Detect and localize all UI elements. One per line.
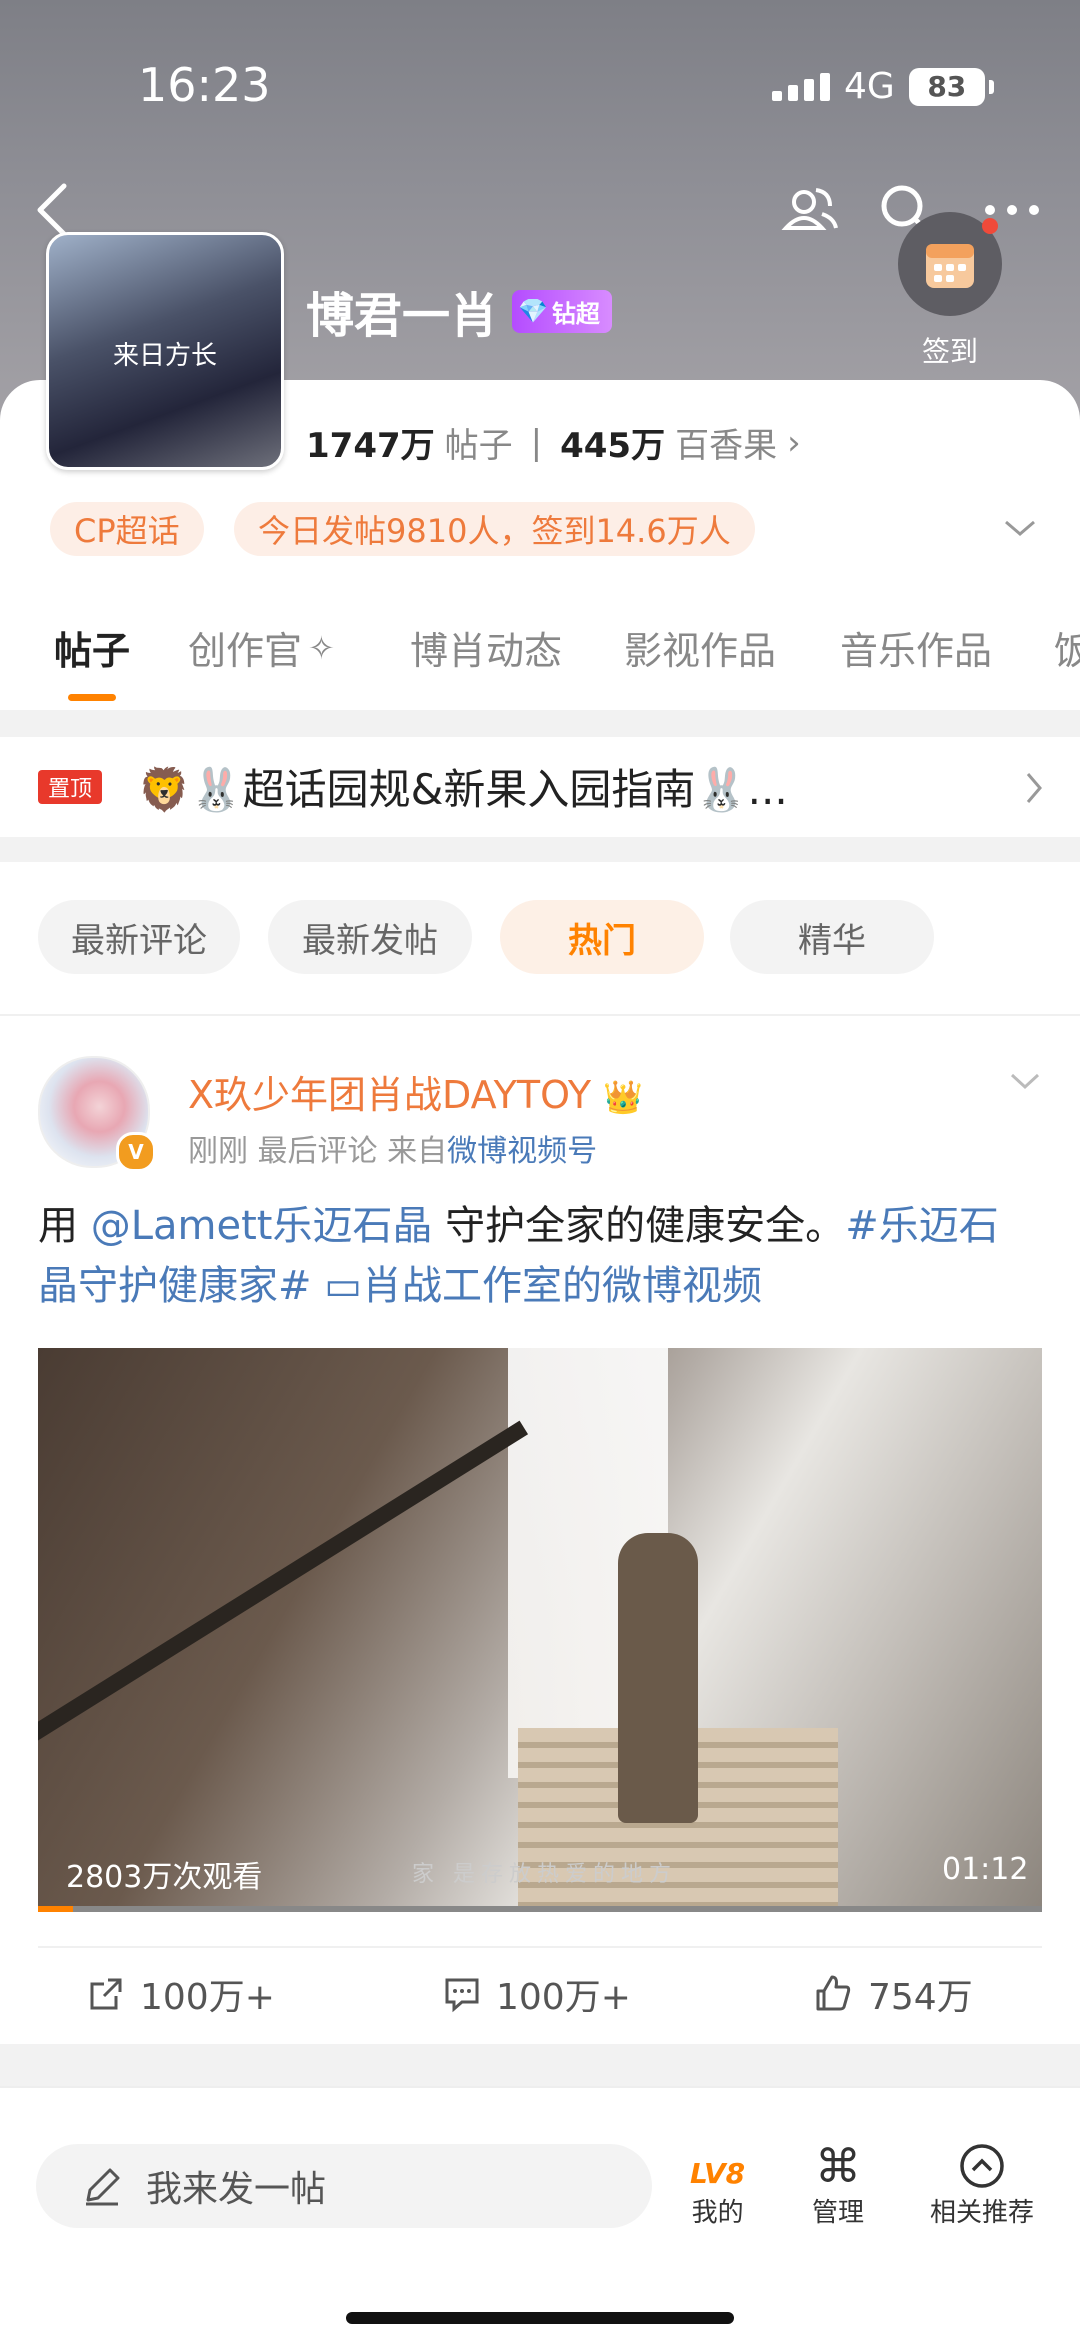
daily-stats-tag[interactable]: 今日发帖9810人，签到14.6万人: [234, 502, 755, 556]
battery-icon: 83: [908, 67, 985, 106]
video-subtitle: 家 是存放热爱的地方: [412, 1862, 677, 1887]
pinned-tag: 置顶: [38, 770, 103, 804]
command-icon: ⌘: [815, 2139, 861, 2193]
topic-title: 博君一肖: [306, 288, 499, 344]
video-link-label: 肖战工作室的微博视频: [362, 1263, 763, 1309]
post-source[interactable]: 微博视频号: [447, 1134, 597, 1169]
posts-label: 帖子: [444, 426, 513, 466]
level-icon: LV8: [690, 2157, 746, 2190]
chevron-down-icon[interactable]: [1008, 1070, 1042, 1092]
topic-title-row: 博君一肖 💎 钻超: [306, 276, 612, 346]
topic-stats: 1747万 帖子 | 445万 百香果 ›: [306, 418, 801, 467]
mention-link[interactable]: @Lamett乐迈石晶: [91, 1203, 433, 1249]
video-duration: 01:12: [942, 1852, 1029, 1887]
filter-featured[interactable]: 精华: [730, 900, 934, 974]
nav-manage[interactable]: ⌘ 管理: [812, 2142, 864, 2229]
like-button[interactable]: 754万: [812, 1968, 973, 2020]
chevron-up-circle-icon: [960, 2144, 1004, 2188]
stats-divider: |: [530, 422, 543, 463]
author-name: X玖少年团肖战DAYTOY: [188, 1073, 592, 1117]
checkin-label: 签到: [921, 335, 978, 368]
pencil-icon: [86, 2168, 120, 2206]
comment-icon: [445, 1978, 479, 2013]
chevron-right-icon: [1026, 773, 1042, 803]
tab-films[interactable]: 影视作品: [624, 620, 776, 675]
diamond-icon: 💎: [518, 297, 548, 325]
home-indicator[interactable]: [346, 2312, 734, 2324]
topic-cover-image[interactable]: 来日方长: [46, 232, 284, 470]
signal-icon: [772, 72, 830, 101]
repost-count: 100万+: [140, 1977, 275, 2018]
post-author[interactable]: X玖少年团肖战DAYTOY 👑: [188, 1064, 643, 1119]
view-count: 2803万次观看: [66, 1860, 263, 1895]
post-time: 刚刚 最后评论 来自: [188, 1134, 448, 1169]
comment-button[interactable]: 100万+: [442, 1968, 631, 2020]
filter-hot[interactable]: 热门: [500, 900, 704, 974]
back-icon[interactable]: [30, 180, 78, 240]
video-link-icon: ▭: [324, 1263, 363, 1309]
video-railing: [38, 1420, 529, 1763]
tab-creator-label: 创作官: [188, 629, 303, 673]
divider: [38, 1946, 1042, 1948]
post-text-part: 用: [38, 1203, 91, 1249]
filter-latest-post[interactable]: 最新发帖: [268, 900, 472, 974]
tab-creator[interactable]: 创作官 ✧: [188, 620, 335, 675]
compose-label: 我来发一帖: [146, 2169, 327, 2210]
share-icon: [90, 1978, 122, 2010]
tab-news[interactable]: 博肖动态: [410, 620, 562, 675]
filter-latest-comment[interactable]: 最新评论: [38, 900, 240, 974]
fans-label[interactable]: 百香果: [675, 418, 777, 467]
crown-icon: 👑: [603, 1078, 644, 1116]
fans-count: 445万: [560, 426, 666, 466]
notification-dot: [982, 218, 998, 234]
post-meta: 刚刚 最后评论 来自微博视频号: [188, 1126, 597, 1170]
chevron-right-icon: ›: [787, 422, 801, 463]
post-text: 用 @Lamett乐迈石晶 守护全家的健康安全。#乐迈石晶守护健康家# ▭肖战工…: [38, 1196, 1038, 1316]
chevron-down-icon[interactable]: [1002, 516, 1038, 540]
super-badge[interactable]: 💎 钻超: [512, 289, 612, 333]
thumbs-up-icon: [816, 1975, 851, 2011]
active-tab-indicator: [68, 694, 116, 701]
cover-caption: 来日方长: [112, 341, 217, 371]
tab-bar: 帖子 创作官 ✧ 博肖动态 影视作品 音乐作品 饭: [0, 620, 1080, 710]
battery-tip: [988, 79, 994, 94]
video-person: [618, 1533, 698, 1823]
nav-mine-label: 我的: [691, 2198, 744, 2228]
pinned-text[interactable]: 🦁🐰超话园规&新果入园指南🐰...: [138, 756, 788, 817]
comment-count: 100万+: [496, 1977, 631, 2018]
network-type: 4G: [844, 66, 895, 107]
video-progress-bar[interactable]: [38, 1906, 1042, 1912]
verified-badge-icon: V: [116, 1132, 156, 1172]
cp-tag[interactable]: CP超话: [50, 502, 204, 556]
video-link[interactable]: ▭肖战工作室的微博视频: [324, 1263, 762, 1309]
group-chat-icon[interactable]: [778, 178, 842, 242]
repost-button[interactable]: 100万+: [86, 1968, 275, 2020]
super-badge-label: 钻超: [551, 299, 600, 328]
nav-related-label: 相关推荐: [930, 2198, 1035, 2228]
status-bar: 4G 83: [772, 66, 994, 107]
tab-music[interactable]: 音乐作品: [840, 620, 992, 675]
creator-icon: ✧: [308, 628, 335, 667]
video-progress-fill: [38, 1906, 74, 1912]
post-text-part: 守护全家的健康安全。: [432, 1203, 846, 1249]
tab-more[interactable]: 饭: [1054, 620, 1080, 675]
status-time: 16:23: [138, 58, 271, 112]
calendar-icon: [926, 244, 974, 288]
nav-mine[interactable]: LV8 我的: [690, 2142, 745, 2229]
video-player[interactable]: [38, 1348, 1042, 1910]
nav-manage-label: 管理: [812, 2198, 865, 2228]
like-count: 754万: [868, 1977, 973, 2018]
tab-posts[interactable]: 帖子: [54, 620, 130, 675]
compose-button[interactable]: 我来发一帖: [36, 2144, 652, 2228]
nav-related[interactable]: 相关推荐: [930, 2142, 1034, 2229]
posts-count: 1747万: [306, 426, 435, 466]
